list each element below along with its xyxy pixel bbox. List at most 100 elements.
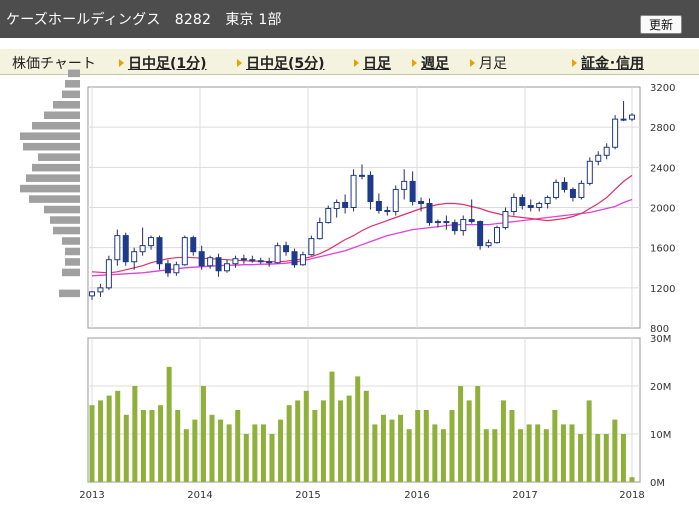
tab-monthly: 月足	[470, 53, 507, 73]
volume-bar	[535, 424, 541, 482]
volume-profile-bar	[62, 237, 80, 245]
candle-body	[443, 221, 450, 224]
title-bar: ケーズホールディングス 8282 東京 1部 更新	[0, 0, 699, 38]
candle-body	[569, 188, 576, 198]
candle-body	[173, 264, 180, 274]
volume-bar	[218, 419, 224, 482]
volume-bar	[449, 410, 455, 482]
candle-body	[612, 118, 619, 148]
tab-label: 日中足(1分)	[128, 56, 207, 72]
triangle-icon	[572, 59, 577, 67]
volume-bar	[312, 410, 318, 482]
volume-bar	[560, 424, 566, 482]
candle-body	[97, 287, 104, 293]
volume-tick-label: 30M	[650, 334, 671, 345]
candle-body	[384, 210, 391, 213]
candle-body	[316, 222, 323, 240]
tab-daily[interactable]: 日足	[354, 53, 391, 73]
volume-bar	[98, 400, 104, 482]
candle-body	[629, 114, 635, 120]
candle-body	[105, 259, 112, 289]
candle-body	[409, 180, 416, 202]
volume-profile-bar	[65, 247, 80, 256]
volume-bar	[380, 414, 386, 482]
candle-body	[131, 251, 138, 263]
tab-label: 週足	[421, 56, 449, 72]
candle-body	[299, 254, 306, 266]
volume-bar	[509, 410, 515, 482]
candle-body	[190, 237, 197, 253]
volume-bar	[518, 429, 524, 482]
year-tick-label: 2015	[295, 490, 320, 501]
candle-body	[283, 245, 290, 253]
candle-body	[485, 242, 492, 247]
volume-bar	[329, 371, 335, 482]
candle-body	[89, 291, 95, 297]
candle-body	[536, 202, 543, 209]
volume-bar	[355, 376, 361, 482]
volume-profile-bar	[65, 80, 80, 88]
volume-bar	[603, 434, 609, 482]
stock-title: ケーズホールディングス 8282 東京 1部	[6, 12, 282, 28]
volume-bar	[106, 395, 112, 482]
candle-body	[502, 211, 509, 229]
volume-bar	[260, 424, 266, 482]
volume-bar	[166, 366, 172, 482]
volume-profile-bar	[20, 184, 80, 193]
volume-bar	[123, 414, 129, 482]
volume-bar	[629, 477, 635, 482]
volume-tick-label: 20M	[650, 382, 671, 393]
candle-body	[468, 219, 475, 223]
tab-intraday-1min[interactable]: 日中足(1分)	[119, 53, 207, 73]
volume-bar	[149, 410, 155, 482]
volume-bar	[595, 434, 601, 482]
volume-bar	[440, 429, 446, 482]
stock-chart: 800 1200 1600 2000 2400 2800 3200 0M 10M 20M 30M 20…	[20, 69, 675, 501]
tab-label: 日足	[363, 56, 391, 72]
candle-body	[519, 196, 526, 206]
volume-bar	[612, 419, 618, 482]
tab-label: 株価チャート	[12, 56, 96, 72]
tab-margin-credit[interactable]: 証金･信用	[572, 53, 644, 73]
candle-body	[291, 251, 298, 266]
candle-body	[553, 181, 560, 198]
volume-bar	[586, 400, 592, 482]
year-tick-label: 2018	[619, 490, 644, 501]
volume-bar	[423, 410, 429, 482]
volume-profile-bar	[53, 226, 80, 235]
candle-body	[257, 260, 264, 263]
price-tick-label: 2800	[650, 123, 675, 134]
chart-tab-bar: 株価チャート 日中足(1分) 日中足(5分) 日足 週足 月足 証金･信用	[0, 49, 699, 75]
candle-body	[249, 259, 256, 262]
volume-bar	[526, 424, 532, 482]
tab-intraday-5min[interactable]: 日中足(5分)	[237, 53, 325, 73]
volume-bar	[183, 429, 189, 482]
tab-stock-chart: 株価チャート	[12, 53, 96, 73]
refresh-button[interactable]: 更新	[640, 15, 682, 34]
candle-body	[510, 196, 517, 213]
tab-label: 日中足(5分)	[246, 56, 325, 72]
volume-bar	[346, 395, 352, 482]
candle-body	[375, 200, 382, 212]
volume-profile-bar	[53, 101, 80, 109]
candle-body	[224, 263, 230, 272]
volume-profile-bar	[59, 289, 80, 298]
candle-body	[544, 196, 551, 204]
volume-bar	[363, 390, 369, 482]
tab-label: 証金･信用	[581, 56, 644, 72]
candle-body	[240, 258, 247, 261]
volume-bar	[475, 386, 481, 482]
price-tick-label: 800	[650, 324, 669, 335]
year-tick-label: 2017	[512, 490, 537, 501]
candle-body	[350, 174, 357, 209]
candle-body	[359, 174, 365, 177]
candle-body	[207, 257, 214, 267]
volume-bar	[552, 410, 558, 482]
candle-body	[215, 257, 222, 272]
volume-bar	[372, 424, 378, 482]
volume-bar	[192, 419, 198, 482]
volume-bar	[115, 390, 121, 482]
tab-weekly[interactable]: 週足	[412, 53, 449, 73]
price-tick-label: 1200	[650, 284, 675, 295]
candle-body	[198, 251, 205, 267]
